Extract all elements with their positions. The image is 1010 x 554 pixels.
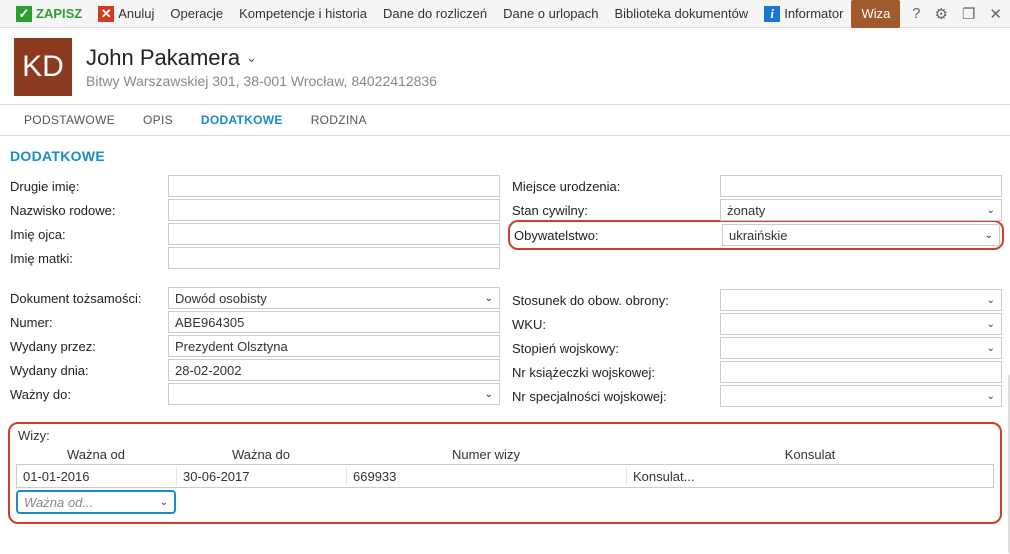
header: KD John Pakamera ⌄ Bitwy Warszawskiej 30… bbox=[0, 28, 1010, 105]
chevron-down-icon: ⌄ bbox=[987, 295, 995, 306]
cancel-button[interactable]: ✕ Anuluj bbox=[90, 0, 162, 28]
maiden-input[interactable] bbox=[168, 199, 500, 221]
operations-menu[interactable]: Operacje bbox=[162, 0, 231, 28]
chevron-down-icon: ⌄ bbox=[485, 293, 493, 304]
chevron-down-icon: ⌄ bbox=[987, 205, 995, 216]
close-icon: ✕ bbox=[98, 6, 114, 22]
close-window-icon[interactable]: ✕ bbox=[989, 5, 1002, 23]
tabs: PODSTAWOWE OPIS DODATKOWE RODZINA bbox=[0, 105, 1010, 136]
help-icon[interactable]: ? bbox=[912, 5, 920, 22]
visa-cell-num[interactable]: 669933 bbox=[347, 467, 627, 486]
save-label: ZAPISZ bbox=[36, 6, 82, 21]
label-issued-on: Wydany dnia: bbox=[8, 363, 168, 378]
chevron-down-icon: ⌄ bbox=[485, 389, 493, 400]
label-number: Numer: bbox=[8, 315, 168, 330]
label-mother: Imię matki: bbox=[8, 251, 168, 266]
save-button[interactable]: ✓ ZAPISZ bbox=[8, 0, 90, 28]
tab-rodzina[interactable]: RODZINA bbox=[297, 105, 381, 135]
wku-select[interactable]: ⌄ bbox=[720, 313, 1002, 335]
label-valid-to: Ważny do: bbox=[8, 387, 168, 402]
restore-icon[interactable]: ❐ bbox=[962, 5, 975, 23]
table-row[interactable]: 01-01-2016 30-06-2017 669933 Konsulat... bbox=[16, 464, 994, 488]
visa-cell-to[interactable]: 30-06-2017 bbox=[177, 467, 347, 486]
label-citizenship: Obywatelstwo: bbox=[512, 228, 722, 243]
valid-to-select[interactable]: ⌄ bbox=[168, 383, 500, 405]
label-id-doc: Dokument tożsamości: bbox=[8, 291, 168, 306]
issued-on-input[interactable]: 28-02-2002 bbox=[168, 359, 500, 381]
visa-header: Ważna od Ważna do Numer wizy Konsulat bbox=[16, 445, 994, 464]
visa-section: Wizy: Ważna od Ważna do Numer wizy Konsu… bbox=[8, 422, 1002, 524]
mother-input[interactable] bbox=[168, 247, 500, 269]
label-birthplace: Miejsce urodzenia: bbox=[510, 179, 720, 194]
id-doc-select[interactable]: Dowód osobisty⌄ bbox=[168, 287, 500, 309]
check-icon: ✓ bbox=[16, 6, 32, 22]
chevron-down-icon: ⌄ bbox=[987, 343, 995, 354]
competencies-menu[interactable]: Kompetencje i historia bbox=[231, 0, 375, 28]
section-title: DODATKOWE bbox=[0, 136, 1010, 174]
visa-cell-cons[interactable]: Konsulat... bbox=[627, 467, 993, 486]
label-spec: Nr specjalności wojskowej: bbox=[510, 389, 720, 404]
visa-col-to[interactable]: Ważna do bbox=[176, 445, 346, 464]
label-wku: WKU: bbox=[510, 317, 720, 332]
chevron-down-icon: ⌄ bbox=[160, 497, 168, 508]
info-menu[interactable]: i Informator bbox=[756, 0, 851, 28]
defense-select[interactable]: ⌄ bbox=[720, 289, 1002, 311]
info-icon: i bbox=[764, 6, 780, 22]
label-middle: Drugie imię: bbox=[8, 179, 168, 194]
label-father: Imię ojca: bbox=[8, 227, 168, 242]
father-input[interactable] bbox=[168, 223, 500, 245]
middle-input[interactable] bbox=[168, 175, 500, 197]
top-toolbar: ✓ ZAPISZ ✕ Anuluj Operacje Kompetencje i… bbox=[0, 0, 1010, 28]
tab-dodatkowe[interactable]: DODATKOWE bbox=[187, 105, 297, 135]
chevron-down-icon: ⌄ bbox=[246, 50, 257, 66]
label-marital: Stan cywilny: bbox=[510, 203, 720, 218]
visa-button[interactable]: Wiza bbox=[851, 0, 900, 28]
rank-select[interactable]: ⌄ bbox=[720, 337, 1002, 359]
issued-by-input[interactable]: Prezydent Olsztyna bbox=[168, 335, 500, 357]
chevron-down-icon: ⌄ bbox=[987, 319, 995, 330]
gear-icon[interactable]: ⚙ bbox=[935, 5, 948, 23]
label-issued-by: Wydany przez: bbox=[8, 339, 168, 354]
chevron-down-icon: ⌄ bbox=[987, 391, 995, 402]
visa-title: Wizy: bbox=[16, 428, 994, 445]
visa-filter-from[interactable]: Ważna od... ⌄ bbox=[16, 490, 176, 514]
birthplace-input[interactable] bbox=[720, 175, 1002, 197]
visa-col-from[interactable]: Ważna od bbox=[16, 445, 176, 464]
citizenship-select[interactable]: ukraińskie⌄ bbox=[722, 224, 1000, 246]
label-rank: Stopień wojskowy: bbox=[510, 341, 720, 356]
leave-menu[interactable]: Dane o urlopach bbox=[495, 0, 606, 28]
tab-podstawowe[interactable]: PODSTAWOWE bbox=[10, 105, 129, 135]
person-name-dropdown[interactable]: John Pakamera ⌄ bbox=[86, 45, 437, 71]
label-maiden: Nazwisko rodowe: bbox=[8, 203, 168, 218]
avatar: KD bbox=[14, 38, 72, 96]
label-book: Nr książeczki wojskowej: bbox=[510, 365, 720, 380]
book-input[interactable] bbox=[720, 361, 1002, 383]
marital-select[interactable]: żonaty⌄ bbox=[720, 199, 1002, 221]
person-name: John Pakamera bbox=[86, 45, 240, 71]
docs-menu[interactable]: Biblioteka dokumentów bbox=[607, 0, 757, 28]
number-input[interactable]: ABE964305 bbox=[168, 311, 500, 333]
visa-cell-from[interactable]: 01-01-2016 bbox=[17, 467, 177, 486]
visa-col-cons[interactable]: Konsulat bbox=[626, 445, 994, 464]
visa-col-num[interactable]: Numer wizy bbox=[346, 445, 626, 464]
filter-placeholder: Ważna od... bbox=[24, 495, 93, 510]
tab-opis[interactable]: OPIS bbox=[129, 105, 187, 135]
label-defense: Stosunek do obow. obrony: bbox=[510, 293, 720, 308]
chevron-down-icon: ⌄ bbox=[985, 230, 993, 241]
cancel-label: Anuluj bbox=[118, 6, 154, 21]
person-address: Bitwy Warszawskiej 301, 38-001 Wrocław, … bbox=[86, 73, 437, 89]
billing-menu[interactable]: Dane do rozliczeń bbox=[375, 0, 495, 28]
content: Drugie imię: Nazwisko rodowe: Imię ojca:… bbox=[0, 174, 1010, 534]
citizenship-highlight: Obywatelstwo:ukraińskie⌄ bbox=[508, 220, 1004, 250]
spec-select[interactable]: ⌄ bbox=[720, 385, 1002, 407]
